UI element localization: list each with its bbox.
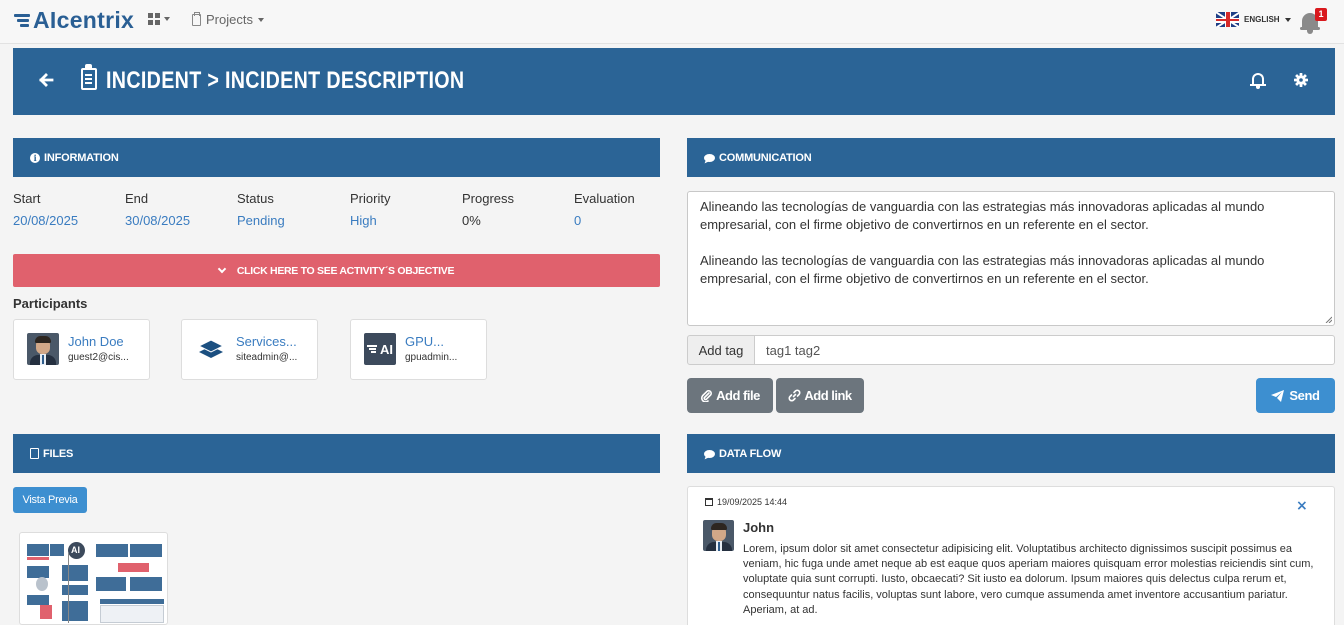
entry-date: 19/09/2025 14:44 xyxy=(705,497,787,507)
grid-icon xyxy=(148,13,160,25)
projects-menu[interactable]: Projects xyxy=(192,11,264,27)
participant-email: gpuadmin... xyxy=(405,352,458,363)
participant-card[interactable]: AI GPU... gpuadmin... xyxy=(350,319,487,380)
files-title: FILES xyxy=(43,447,74,460)
participant-email: guest2@cis... xyxy=(68,352,129,363)
progress-field: Progress 0% xyxy=(462,190,514,228)
close-icon[interactable]: × xyxy=(1296,498,1308,514)
link-icon xyxy=(788,389,801,402)
communication-section-header: COMMUNICATION xyxy=(687,138,1335,177)
send-label: Send xyxy=(1289,388,1320,403)
thumbnail-ai-logo: AI xyxy=(71,545,80,555)
priority-field: Priority High xyxy=(350,190,390,228)
data-flow-title: DATA FLOW xyxy=(719,447,782,460)
file-thumbnail[interactable]: AI xyxy=(19,532,168,625)
app-logo[interactable]: AIcentrix xyxy=(14,7,134,34)
tag-input-text: tag1 tag2 xyxy=(766,342,821,358)
send-button[interactable]: Send xyxy=(1256,378,1335,413)
caret-down-icon xyxy=(257,17,264,22)
add-file-button[interactable]: Add file xyxy=(687,378,773,413)
participant-name: John Doe xyxy=(68,334,124,349)
clipboard-icon xyxy=(192,11,201,26)
clipboard-icon xyxy=(81,64,97,90)
tag-input[interactable]: tag1 tag2 xyxy=(755,335,1335,365)
information-title: INFORMATION xyxy=(44,151,119,164)
entry-date-text: 19/09/2025 14:44 xyxy=(717,497,788,507)
page-header-banner: INCIDENT > INCIDENT DESCRIPTION xyxy=(13,48,1335,115)
evaluation-field: Evaluation 0 xyxy=(574,190,635,228)
comment-icon xyxy=(704,153,715,162)
caret-down-icon xyxy=(164,17,170,21)
files-section-header: FILES xyxy=(13,434,660,473)
field-label: Progress xyxy=(462,191,515,206)
caret-down-icon xyxy=(1284,17,1291,22)
notifications-badge: 1 xyxy=(1315,8,1327,21)
field-value: 30/08/2025 xyxy=(125,213,191,228)
field-value: 0 xyxy=(574,213,582,228)
entry-author: John xyxy=(743,520,775,535)
status-field: Status Pending xyxy=(237,190,285,228)
participants-label: Participants xyxy=(13,296,88,311)
field-label: Priority xyxy=(350,191,391,206)
paperclip-icon xyxy=(701,390,713,402)
field-value: High xyxy=(350,213,377,228)
participant-name: GPU... xyxy=(405,334,445,349)
information-section-header: i INFORMATION xyxy=(13,138,660,177)
data-flow-section-header: DATA FLOW xyxy=(687,434,1335,473)
calendar-icon xyxy=(705,498,713,506)
field-label: Start xyxy=(13,191,41,206)
projects-label: Projects xyxy=(206,12,253,27)
field-value: Pending xyxy=(237,213,285,228)
top-navbar: AIcentrix Projects ENGLISH 1 xyxy=(0,0,1344,44)
language-label: ENGLISH xyxy=(1244,15,1280,24)
ai-logo-icon: AI xyxy=(364,333,396,365)
message-paragraph: Alineando las tecnologías de vanguardia … xyxy=(700,199,1265,232)
apps-menu-button[interactable] xyxy=(148,13,170,25)
message-paragraph: Alineando las tecnologías de vanguardia … xyxy=(700,253,1265,286)
person-avatar xyxy=(27,333,59,365)
gear-icon[interactable] xyxy=(1294,73,1308,87)
field-label: Evaluation xyxy=(574,191,635,206)
field-label: Status xyxy=(237,191,274,206)
add-file-label: Add file xyxy=(716,388,760,403)
add-link-label: Add link xyxy=(804,388,852,403)
objective-label: CLICK HERE TO SEE ACTIVITY´S OBJECTIVE xyxy=(236,264,455,277)
participant-name: Services... xyxy=(236,334,297,349)
entry-text: Lorem, ipsum dolor sit amet consectetur … xyxy=(743,543,1314,616)
language-selector[interactable]: ENGLISH xyxy=(1216,12,1291,27)
start-field: Start 20/08/2025 xyxy=(13,190,78,228)
uk-flag-icon xyxy=(1216,12,1239,27)
chevron-down-icon xyxy=(217,264,227,274)
page-title: INCIDENT > INCIDENT DESCRIPTION xyxy=(106,67,465,94)
file-icon xyxy=(30,448,39,459)
back-arrow-icon[interactable] xyxy=(38,72,54,88)
field-value: 20/08/2025 xyxy=(13,213,79,228)
layers-icon xyxy=(195,333,227,365)
resize-handle-icon[interactable] xyxy=(1325,316,1332,323)
add-link-button[interactable]: Add link xyxy=(776,378,864,413)
field-label: End xyxy=(125,191,149,206)
activity-objective-toggle-button[interactable]: CLICK HERE TO SEE ACTIVITY´S OBJECTIVE xyxy=(13,254,660,287)
communication-title: COMMUNICATION xyxy=(719,151,812,164)
paper-plane-icon xyxy=(1271,389,1285,402)
end-field: End 30/08/2025 xyxy=(125,190,190,228)
author-avatar xyxy=(703,520,734,551)
data-flow-entry: 19/09/2025 14:44 × John Lorem, ipsum dol… xyxy=(687,486,1335,625)
add-tag-label: Add tag xyxy=(687,335,755,365)
info-icon: i xyxy=(30,152,40,163)
preview-button[interactable]: Vista Previa xyxy=(13,487,87,513)
comment-icon xyxy=(704,449,715,458)
participant-card[interactable]: John Doe guest2@cis... xyxy=(13,319,150,380)
bell-icon[interactable] xyxy=(1250,72,1266,89)
message-textarea[interactable]: Alineando las tecnologías de vanguardia … xyxy=(687,191,1335,326)
participant-card[interactable]: Services... siteadmin@... xyxy=(181,319,318,380)
logo-text: AIcentrix xyxy=(33,7,135,33)
participant-email: siteadmin@... xyxy=(236,352,298,363)
logo-lines-icon xyxy=(14,13,32,29)
field-value: 0% xyxy=(462,213,481,228)
